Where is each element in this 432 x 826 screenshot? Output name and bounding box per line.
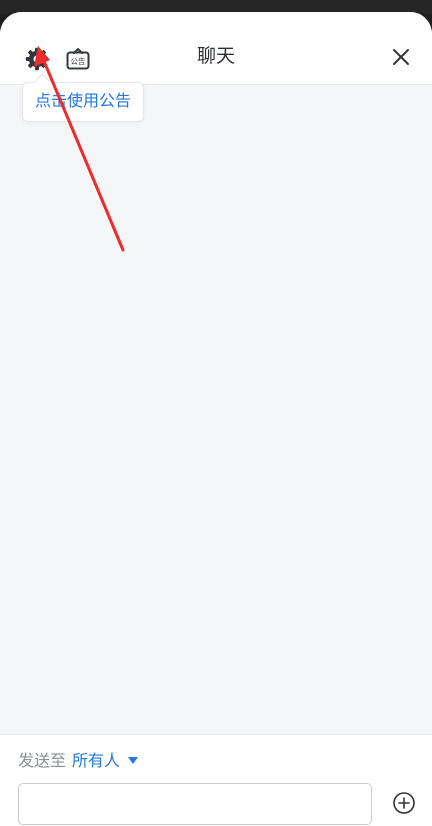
chat-header: 公告 聊天 [0, 12, 432, 85]
send-to-label: 发送至 [18, 751, 67, 770]
chat-message-area [0, 85, 432, 735]
recipient-value: 所有人 [72, 751, 121, 770]
chat-panel: 公告 聊天 点击使用公告 发送至 所有人 [0, 12, 432, 826]
tooltip-label: 点击使用公告 [34, 91, 131, 110]
plus-circle-icon[interactable] [392, 791, 416, 815]
page-title: 聊天 [196, 45, 235, 67]
recipient-selector[interactable]: 所有人 [72, 751, 139, 770]
announcement-tooltip[interactable]: 点击使用公告 [22, 82, 144, 122]
caret-down-icon [128, 757, 139, 764]
chat-footer: 发送至 所有人 [0, 734, 432, 826]
send-to-row: 发送至 所有人 [18, 749, 139, 773]
close-icon[interactable] [390, 46, 412, 68]
message-input[interactable] [18, 783, 372, 825]
